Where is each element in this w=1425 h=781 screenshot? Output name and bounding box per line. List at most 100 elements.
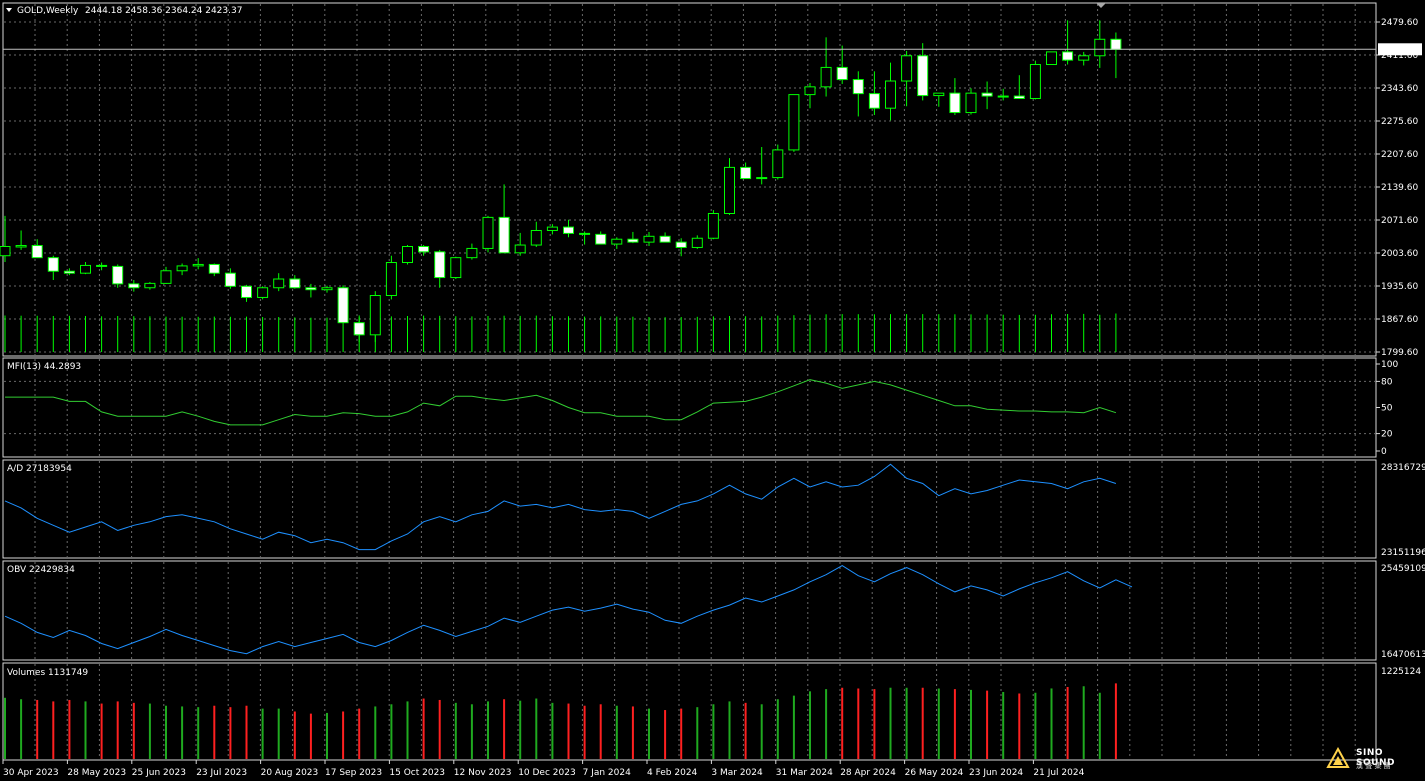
sino-sound-logo: SINO SOUND 漢 聲 集 團 [1326,747,1421,775]
x-tick-label: 31 Mar 2024 [776,768,833,778]
candle-bull [369,295,381,336]
x-tick-label: 4 Feb 2024 [647,768,698,778]
candle-bull [530,229,542,246]
obv-min-label: 16470613 [1381,650,1425,660]
candle-bear [337,287,349,324]
panel-frame-1 [2,357,1377,458]
mfi-label: MFI(13) 44.2893 [7,362,81,372]
mfi-tick-label: 20 [1381,430,1393,440]
candle-bull [514,244,526,254]
candle-bull [385,262,397,297]
candle-bull [1078,55,1090,61]
panel-frame-2 [2,459,1377,559]
candle-bull [273,278,285,289]
candle-bull [482,216,494,249]
candle-bear [63,270,75,274]
trading-chart[interactable]: 2479.602411.602343.602275.602207.602139.… [0,0,1425,781]
candle-bull [691,237,703,248]
mfi-tick-label: 0 [1381,447,1387,457]
mfi-tick-label: 80 [1381,377,1393,387]
candle-bear [852,79,864,95]
candle-bear [1110,38,1122,50]
candle-bull [901,55,913,82]
x-tick-label: 20 Aug 2023 [261,768,319,778]
x-tick-label: 28 May 2023 [67,768,126,778]
candle-bear [498,216,510,254]
candle-bull [707,212,719,239]
candle-bull [1094,38,1106,57]
candle-bear [353,322,365,336]
volume-max-label: 1225124 [1381,667,1421,677]
x-tick-label: 17 Sep 2023 [325,768,382,778]
candle-bull [80,264,91,274]
x-tick-label: 28 Apr 2024 [840,768,896,778]
menu-arrow-icon [6,8,12,12]
candle-bear [740,166,752,180]
ad-min-label: 23151196 [1381,548,1425,558]
y-tick-label: 2003.60 [1381,249,1418,259]
candle-bull [402,245,413,264]
candle-bear [289,278,301,289]
candle-bear [418,245,430,253]
candle-bear [208,263,220,274]
y-tick-label: 2071.60 [1381,216,1418,226]
candle-bull [1046,51,1057,66]
candle-bull [997,95,1009,98]
x-tick-label: 7 Jan 2024 [583,768,631,778]
candle-bull [144,282,156,289]
candle-bear [595,233,607,245]
candle-bear [305,287,317,291]
candle-bull [15,245,27,248]
panel-frame-0 [2,2,1377,357]
panel-frame-4 [2,662,1377,761]
candle-bull [160,270,172,284]
x-tick-label: 12 Nov 2023 [454,768,512,778]
candle-bear [949,92,961,114]
y-tick-label: 2139.60 [1381,183,1418,193]
candle-bull [546,226,558,231]
candle-bear [836,66,848,81]
y-tick-label: 2275.60 [1381,117,1418,127]
candle-bear [1062,51,1074,61]
candle-bear [112,265,124,285]
candle-bear [31,245,43,259]
obv-line [4,565,1133,655]
candle-bull [1029,64,1041,99]
candle-bull [788,94,800,151]
y-tick-label: 1867.60 [1381,315,1418,325]
candle-bull [804,86,816,96]
y-tick-label: 2207.60 [1381,150,1418,160]
y-tick-label: 2343.60 [1381,84,1418,94]
candle-bear [1013,95,1025,99]
watermark-subtext: 漢 聲 集 團 [1356,762,1391,770]
y-tick-label: 2479.60 [1381,18,1418,28]
obv-max-label: 25459109 [1381,564,1425,574]
candle-bear [563,226,574,234]
y-tick-label: 1799.60 [1381,348,1418,358]
candle-bull [611,238,623,245]
candle-bear [47,257,59,272]
candle-bear [128,283,140,289]
mfi-tick-label: 50 [1381,404,1393,414]
candle-bull [756,177,768,180]
candle-bull [0,245,11,257]
symbol-label: GOLD,Weekly [17,6,79,16]
candle-bull [466,247,478,259]
candle-bull [176,265,188,272]
x-tick-label: 15 Oct 2023 [389,768,445,778]
ad-label: A/D 27183954 [7,464,72,474]
candle-bull [724,166,735,214]
candle-bear [579,232,591,235]
mfi-tick-label: 100 [1381,360,1398,370]
x-tick-label: 30 Apr 2023 [3,768,59,778]
candle-bull [643,235,655,243]
ad-line [4,463,1117,551]
x-tick-label: 23 Jun 2024 [969,768,1023,778]
candle-bull [257,287,269,298]
candle-bear [675,241,687,248]
x-tick-label: 26 May 2024 [905,768,964,778]
candle-bear [627,238,639,243]
candle-bull [450,257,462,279]
x-tick-label: 21 Jul 2024 [1033,768,1084,778]
x-tick-label: 10 Dec 2023 [518,768,576,778]
